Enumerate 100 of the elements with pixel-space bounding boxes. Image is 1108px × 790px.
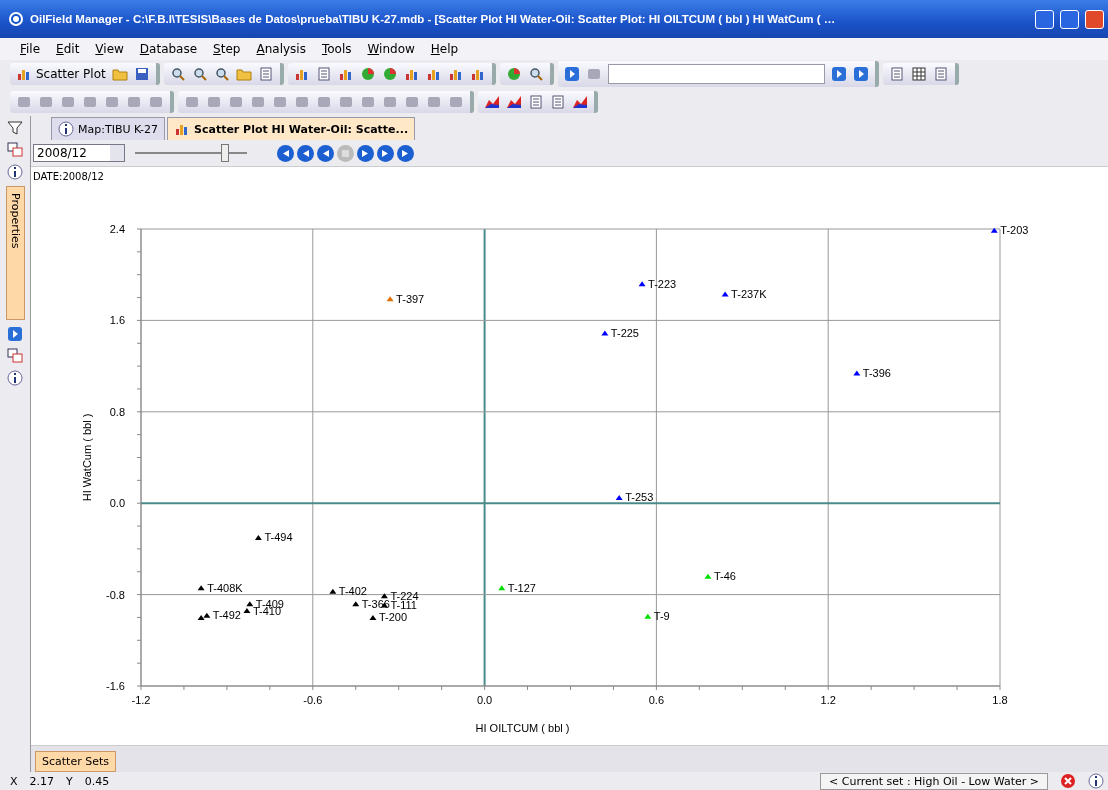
document-tab[interactable]: Scatter Plot HI Water-Oil: Scatte...: [167, 117, 416, 140]
menu-item[interactable]: Window: [359, 40, 423, 58]
menu-item[interactable]: Database: [131, 40, 206, 58]
tick-label: -0.8: [106, 588, 125, 601]
play-square-icon[interactable]: [7, 325, 23, 342]
back-icon: [321, 148, 330, 158]
menu-item[interactable]: Analysis: [248, 40, 314, 58]
point-label: T-223: [648, 277, 677, 290]
magnifier-icon[interactable]: [169, 66, 186, 82]
y-value: 0.45: [84, 774, 110, 788]
info-icon[interactable]: [7, 164, 23, 180]
minimize-button[interactable]: [1035, 9, 1054, 29]
current-set-field: < Current set : High Oil - Low Water >: [820, 772, 1048, 790]
tick-label: 0.0: [109, 497, 125, 510]
tick-label: 1.6: [109, 314, 125, 327]
document-icon[interactable]: [550, 94, 566, 110]
menu-item[interactable]: Tools: [313, 40, 360, 58]
tick-label: 2.4: [109, 223, 125, 235]
x-label: X: [10, 774, 18, 788]
x-value: 2.17: [29, 774, 55, 788]
area-chart-icon[interactable]: [572, 94, 588, 110]
tick-label: 1.8: [992, 694, 1008, 706]
playback-button[interactable]: [277, 144, 294, 162]
tick-label: 0.0: [476, 694, 493, 706]
date-label: DATE:2008/12: [32, 170, 105, 184]
forward-icon: [381, 148, 390, 158]
play-square-icon[interactable]: [830, 66, 847, 82]
tick-label: -1.2: [131, 694, 151, 706]
menu-item[interactable]: Edit: [48, 40, 88, 58]
playback-button[interactable]: [397, 144, 414, 162]
stop-icon: [341, 148, 350, 158]
document-icon[interactable]: [257, 66, 274, 82]
info-icon[interactable]: [58, 121, 74, 137]
pie-chart-icon[interactable]: [359, 66, 376, 82]
area-chart-icon[interactable]: [506, 94, 522, 110]
point-label: T-492: [212, 609, 241, 622]
document-icon[interactable]: [932, 66, 949, 82]
windows-icon[interactable]: [7, 347, 23, 364]
point-label: T-494: [264, 531, 293, 544]
info-icon[interactable]: [7, 369, 23, 386]
point-label: T-9: [653, 610, 670, 623]
point-label: T-408K: [207, 581, 243, 594]
forward-icon: [401, 148, 410, 158]
windows-icon[interactable]: [7, 142, 23, 158]
point-label: T-225: [610, 326, 639, 339]
properties-tab[interactable]: Properties: [5, 186, 25, 320]
magnifier-icon[interactable]: [213, 66, 230, 82]
playback-button[interactable]: [377, 144, 394, 162]
save-icon[interactable]: [133, 66, 150, 82]
y-label: Y: [66, 774, 73, 788]
x-axis-title: HI OILTCUM ( bbl ): [475, 722, 570, 734]
back-icon: [301, 148, 310, 158]
document-icon[interactable]: [528, 94, 544, 110]
play-square-icon[interactable]: [852, 66, 869, 82]
play-square-icon[interactable]: [563, 66, 580, 82]
point-label: T-253: [625, 491, 654, 504]
point-label: T-402: [338, 585, 367, 598]
scatter-sets-tab[interactable]: Scatter Sets: [35, 751, 116, 772]
point-label: T-397: [396, 292, 425, 305]
filter-icon[interactable]: [7, 120, 23, 136]
tick-label: 1.2: [820, 694, 836, 706]
date-dropdown[interactable]: 2008/12: [33, 144, 125, 162]
document-icon[interactable]: [315, 66, 332, 82]
forward-icon: [361, 148, 370, 158]
combo-field[interactable]: [607, 64, 825, 84]
info-icon[interactable]: [1088, 773, 1104, 789]
menu-item[interactable]: Help: [422, 40, 467, 58]
point-label: T-224: [390, 589, 419, 602]
playback-button[interactable]: [317, 144, 334, 162]
close-button[interactable]: [1085, 9, 1104, 29]
restore-button[interactable]: [1060, 9, 1079, 29]
back-icon: [281, 148, 290, 158]
window-title: OilField Manager - C:\F.B.I\TESIS\Bases de Datos\prueba\TIBU K-27.mdb - [Scatter Plot HI Water-Oil: Scatter Plot: HI OILTCUM ( bbl ) HI WatCum ( …: [30, 13, 837, 25]
pie-chart-icon[interactable]: [505, 66, 522, 82]
point-label: T-396: [862, 366, 891, 379]
document-tab[interactable]: Map:TIBU K-27: [51, 117, 165, 140]
folder-icon[interactable]: [235, 66, 252, 82]
menu-item[interactable]: File: [12, 40, 49, 58]
tick-label: -1.6: [106, 680, 125, 692]
menu-item[interactable]: Step: [205, 40, 249, 58]
pie-chart-icon[interactable]: [381, 66, 398, 82]
grid-icon[interactable]: [910, 66, 927, 82]
app-logo-icon: [8, 11, 24, 27]
magnifier-icon[interactable]: [191, 66, 208, 82]
folder-icon[interactable]: [111, 66, 128, 82]
point-label: T-127: [507, 581, 536, 594]
menu-item[interactable]: View: [87, 40, 132, 58]
point-label: T-46: [713, 570, 736, 583]
magnifier-icon[interactable]: [527, 66, 544, 82]
playback-button[interactable]: [297, 144, 314, 162]
tick-label: 0.6: [648, 694, 665, 706]
playback-button[interactable]: [357, 144, 374, 162]
tick-label: 0.8: [109, 405, 125, 418]
point-label: T-203: [1000, 224, 1029, 237]
area-chart-icon[interactable]: [484, 94, 500, 110]
slider-thumb[interactable]: [220, 144, 229, 162]
tick-label: -0.6: [303, 694, 323, 706]
document-icon[interactable]: [888, 66, 905, 82]
error-icon: [1060, 773, 1076, 789]
y-axis-title: HI WatCum ( bbl ): [81, 413, 93, 502]
